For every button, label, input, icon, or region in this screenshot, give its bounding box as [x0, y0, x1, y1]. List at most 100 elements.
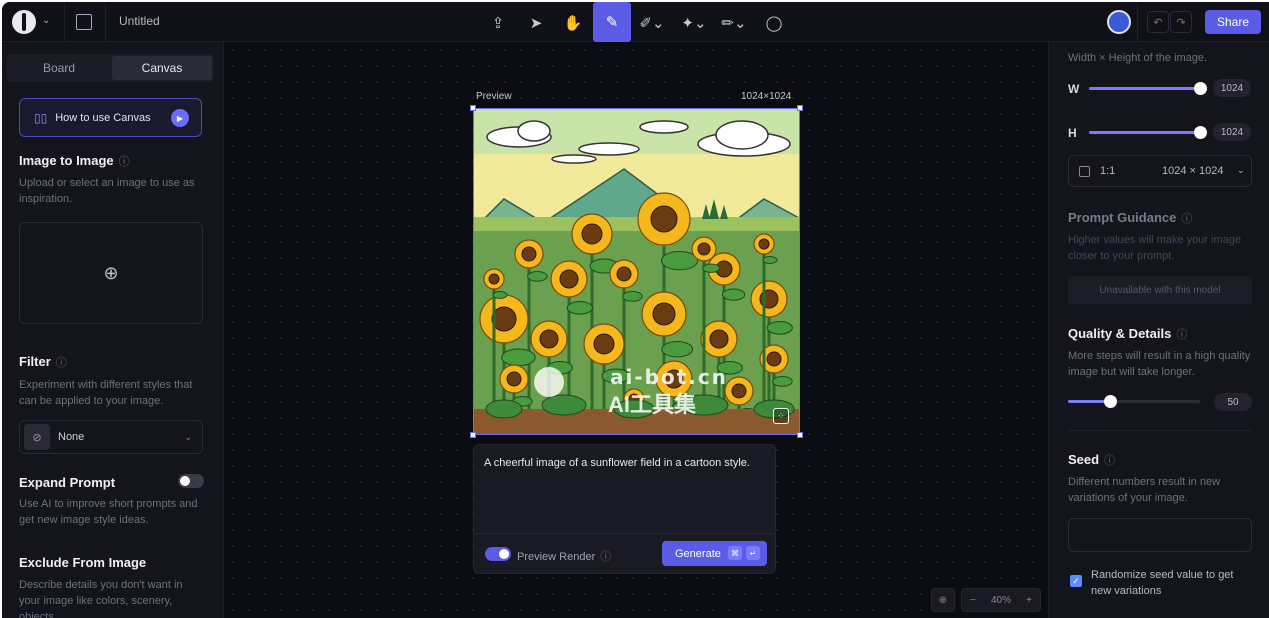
add-circle-icon: ⊕ — [103, 262, 119, 283]
ban-icon: ⊘ — [24, 424, 50, 450]
preview-image[interactable]: ai-bot.cn AI工具集 ⁘ — [473, 108, 800, 435]
resize-handle[interactable] — [797, 105, 803, 111]
dimensions-desc: Width × Height of the image. — [1068, 52, 1208, 64]
zoom-out-button[interactable]: − — [970, 595, 976, 606]
prompt-guidance-heading: Prompt Guidance ⓘ — [1068, 210, 1193, 225]
watermark-text: ai-bot.cn — [610, 365, 728, 389]
sunflower-center — [593, 333, 615, 355]
randomize-seed-checkbox[interactable]: ✓ — [1070, 575, 1082, 587]
filter-value: None — [58, 431, 85, 443]
image-edit-icon[interactable]: ✎ — [593, 2, 631, 42]
chevron-down-icon: ⌄ — [184, 431, 192, 442]
aspect-ratio-select[interactable]: 1:1 1024 × 1024 ⌄ — [1068, 155, 1252, 187]
generate-label: Generate — [675, 547, 721, 560]
width-value[interactable]: 1024 — [1213, 79, 1251, 97]
ratio-label: 1:1 — [1100, 165, 1116, 177]
hand-icon[interactable]: ✋ — [555, 9, 591, 37]
tab-canvas[interactable]: Canvas — [112, 56, 212, 80]
share-button[interactable]: Share — [1205, 10, 1261, 34]
brush-icon[interactable]: ✐⌄ — [634, 9, 670, 37]
sidebar-toggle-icon[interactable] — [76, 14, 92, 30]
help-icon: ⓘ — [1181, 213, 1193, 225]
resize-handle[interactable] — [470, 105, 476, 111]
sunflower-center — [731, 383, 747, 399]
prompt-input[interactable]: A cheerful image of a sunflower field in… — [484, 455, 754, 471]
expand-prompt-toggle[interactable] — [178, 474, 204, 488]
sunflower-center — [650, 205, 678, 233]
zoom-in-button[interactable]: + — [1026, 595, 1032, 606]
play-icon: ▶ — [171, 109, 189, 127]
top-bar: ⌄ Untitled ⇪ ➤ ✋ ✎ ✐⌄ ✦⌄ ✏⌄ ◯ ↶ ↷ Share — [2, 2, 1269, 42]
left-panel: Board Canvas ▯▯ How to use Canvas ▶ Imag… — [2, 42, 224, 618]
sunflower-leaf — [721, 288, 746, 301]
quality-slider[interactable] — [1068, 395, 1200, 408]
sunflower-leaf — [766, 321, 793, 335]
sunflower-leaf — [660, 251, 699, 271]
app-logo-icon[interactable] — [12, 10, 36, 34]
height-value[interactable]: 1024 — [1213, 123, 1251, 141]
sunflower-center — [521, 246, 537, 262]
undo-icon[interactable]: ↶ — [1147, 11, 1169, 33]
sunflower-leaf — [762, 256, 778, 264]
sunflower-leaf — [501, 348, 536, 367]
help-icon: ⓘ — [118, 156, 130, 168]
seed-heading: Seed ⓘ — [1068, 452, 1116, 467]
redo-icon[interactable]: ↷ — [1170, 11, 1192, 33]
preview-render-toggle[interactable] — [485, 547, 511, 561]
resize-handle[interactable] — [470, 432, 476, 438]
help-icon: ⓘ — [600, 551, 612, 563]
sunflower-leaf — [492, 291, 508, 299]
expand-prompt-desc: Use AI to improve short prompts and get … — [19, 498, 198, 526]
image-upload-dropzone[interactable]: ⊕ — [19, 222, 203, 324]
sunflower-center — [616, 266, 632, 282]
seed-input[interactable] — [1068, 518, 1252, 552]
width-slider[interactable] — [1089, 82, 1207, 95]
sunflower-center — [697, 242, 711, 256]
sunflower-leaf — [622, 291, 643, 302]
sunflower-center — [766, 351, 782, 367]
ratio-size: 1024 × 1024 — [1162, 165, 1224, 177]
avatar[interactable] — [1107, 10, 1131, 34]
height-slider[interactable] — [1089, 126, 1207, 139]
prompt-guidance-desc: Higher values will make your image close… — [1068, 234, 1242, 262]
sunflower-center — [539, 329, 559, 349]
prompt-box: A cheerful image of a sunflower field in… — [473, 444, 776, 574]
sunflower-leaf — [772, 376, 793, 387]
book-icon: ▯▯ — [34, 110, 48, 125]
pencil-icon[interactable]: ✏⌄ — [716, 9, 752, 37]
sunflower-leaf — [702, 263, 721, 273]
help-icon: ⓘ — [1104, 455, 1116, 467]
canvas-area[interactable]: Preview 1024×1024 ai-bot.cn AI工具集 ⁘ A ch… — [225, 42, 1047, 618]
document-title[interactable]: Untitled — [119, 14, 160, 28]
howto-label: How to use Canvas — [55, 111, 151, 124]
how-to-use-canvas-button[interactable]: ▯▯ How to use Canvas ▶ — [19, 98, 202, 137]
width-label: W — [1068, 82, 1080, 96]
mask-icon[interactable]: ✦⌄ — [676, 9, 712, 37]
chevron-down-icon[interactable]: ⌄ — [42, 15, 50, 26]
recenter-icon[interactable]: ⊕ — [931, 588, 955, 612]
comment-icon[interactable]: ◯ — [756, 9, 792, 37]
help-icon: ⓘ — [55, 357, 67, 369]
pointer-icon[interactable]: ➤ — [518, 9, 554, 37]
exclude-desc: Describe details you don't want in your … — [19, 579, 183, 618]
image-to-image-desc: Upload or select an image to use as insp… — [19, 177, 195, 205]
sunflower-center — [559, 269, 579, 289]
app-window: ⌄ Untitled ⇪ ➤ ✋ ✎ ✐⌄ ✦⌄ ✏⌄ ◯ ↶ ↷ Share … — [2, 2, 1269, 618]
filter-select[interactable]: ⊘ None ⌄ — [19, 420, 203, 454]
sunflower-center — [758, 238, 770, 250]
seed-desc: Different numbers result in new variatio… — [1068, 476, 1221, 504]
generate-button[interactable]: Generate ⌘ ↵ — [662, 541, 767, 566]
enter-key-icon: ↵ — [746, 546, 760, 560]
quality-value[interactable]: 50 — [1214, 393, 1252, 411]
image-to-image-heading: Image to Image ⓘ — [19, 153, 130, 168]
tab-board[interactable]: Board — [9, 56, 109, 80]
filter-desc: Experiment with different styles that ca… — [19, 379, 193, 407]
zoom-level: 40% — [990, 594, 1011, 606]
resize-handle[interactable] — [797, 432, 803, 438]
dice-icon[interactable]: ⁘ — [773, 408, 789, 424]
sunflower-center — [488, 273, 500, 285]
upload-icon[interactable]: ⇪ — [480, 9, 516, 37]
help-icon: ⓘ — [1176, 329, 1188, 341]
sunflower-leaf — [566, 301, 593, 315]
image-size-label: 1024×1024 — [741, 91, 792, 102]
